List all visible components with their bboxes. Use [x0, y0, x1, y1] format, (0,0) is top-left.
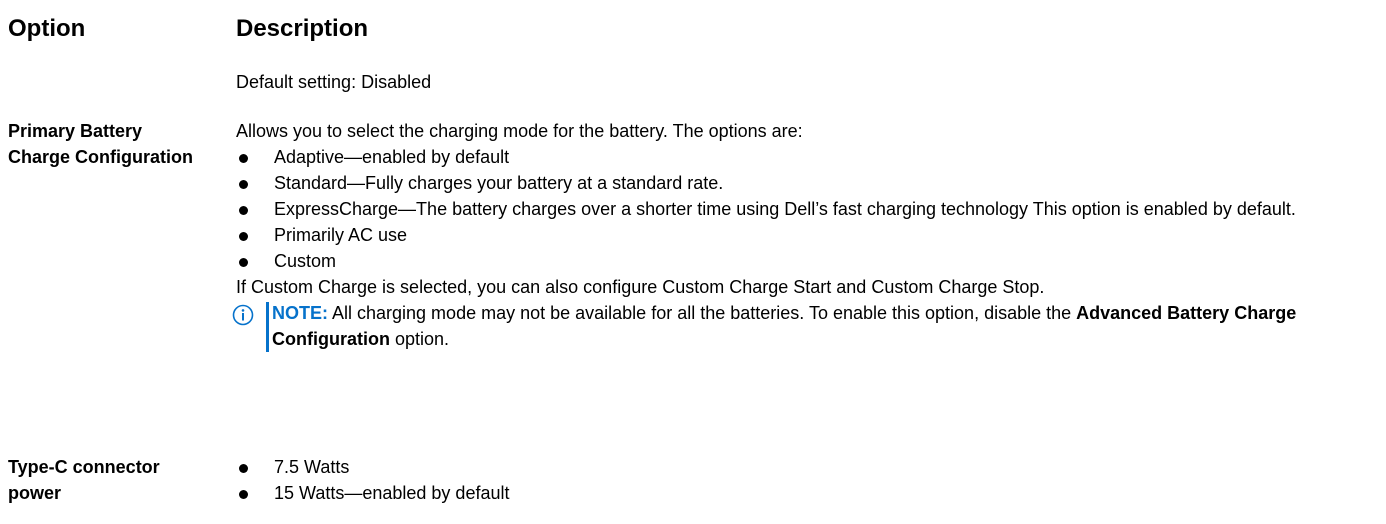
list-item-text: Standard—Fully charges your battery at a…	[274, 173, 724, 193]
type-c-power-list: 7.5 Watts 15 Watts—enabled by default	[236, 454, 1366, 506]
charge-mode-list: Adaptive—enabled by default Standard—Ful…	[236, 144, 1366, 274]
bullet-icon	[239, 258, 248, 267]
note-text-after: option.	[389, 329, 450, 349]
bullet-icon	[239, 232, 248, 241]
list-item-text: Primarily AC use	[274, 225, 408, 245]
list-item: Primarily AC use	[236, 222, 1366, 248]
list-item-text: Adaptive—enabled by default	[274, 147, 510, 167]
list-item: Adaptive—enabled by default	[236, 144, 1366, 170]
list-item: 7.5 Watts	[236, 454, 1366, 480]
description-type-c-power: 7.5 Watts 15 Watts—enabled by default	[236, 454, 1366, 506]
option-label-primary-battery-charge: Primary Battery Charge Configuration	[8, 121, 193, 167]
description-column-header: Description	[236, 15, 369, 42]
list-item-text: 7.5 Watts	[274, 457, 350, 477]
options-intro: Allows you to select the charging mode f…	[236, 121, 803, 141]
list-item-text: 15 Watts—enabled by default	[274, 483, 510, 503]
option-label-type-c-power: Type-C connector power	[8, 457, 160, 503]
info-icon	[232, 304, 254, 326]
option-column-header: Option	[8, 15, 86, 42]
description-primary-battery-charge: Allows you to select the charging mode f…	[232, 118, 1366, 352]
list-item: 15 Watts—enabled by default	[236, 480, 1366, 506]
note-block: NOTE: All charging mode may not be avail…	[232, 300, 1366, 352]
list-item: Custom	[236, 248, 1366, 274]
bullet-icon	[239, 464, 248, 473]
table-header: Option Description	[0, 14, 1386, 44]
default-setting-text: Default setting: Disabled	[236, 72, 432, 92]
note-label: NOTE:	[272, 303, 328, 323]
bullet-icon	[239, 490, 248, 499]
list-item-text: Custom	[274, 251, 337, 271]
list-item: ExpressCharge—The battery charges over a…	[236, 196, 1354, 222]
bullet-icon	[239, 180, 248, 189]
note-accent-bar	[266, 302, 269, 352]
list-item-text: ExpressCharge—The battery charges over a…	[274, 199, 1296, 219]
custom-charge-text: If Custom Charge is selected, you can al…	[236, 277, 1045, 297]
list-item: Standard—Fully charges your battery at a…	[236, 170, 1366, 196]
bullet-icon	[239, 154, 248, 163]
note-text: All charging mode may not be available f…	[328, 303, 1077, 323]
bullet-icon	[239, 206, 248, 215]
